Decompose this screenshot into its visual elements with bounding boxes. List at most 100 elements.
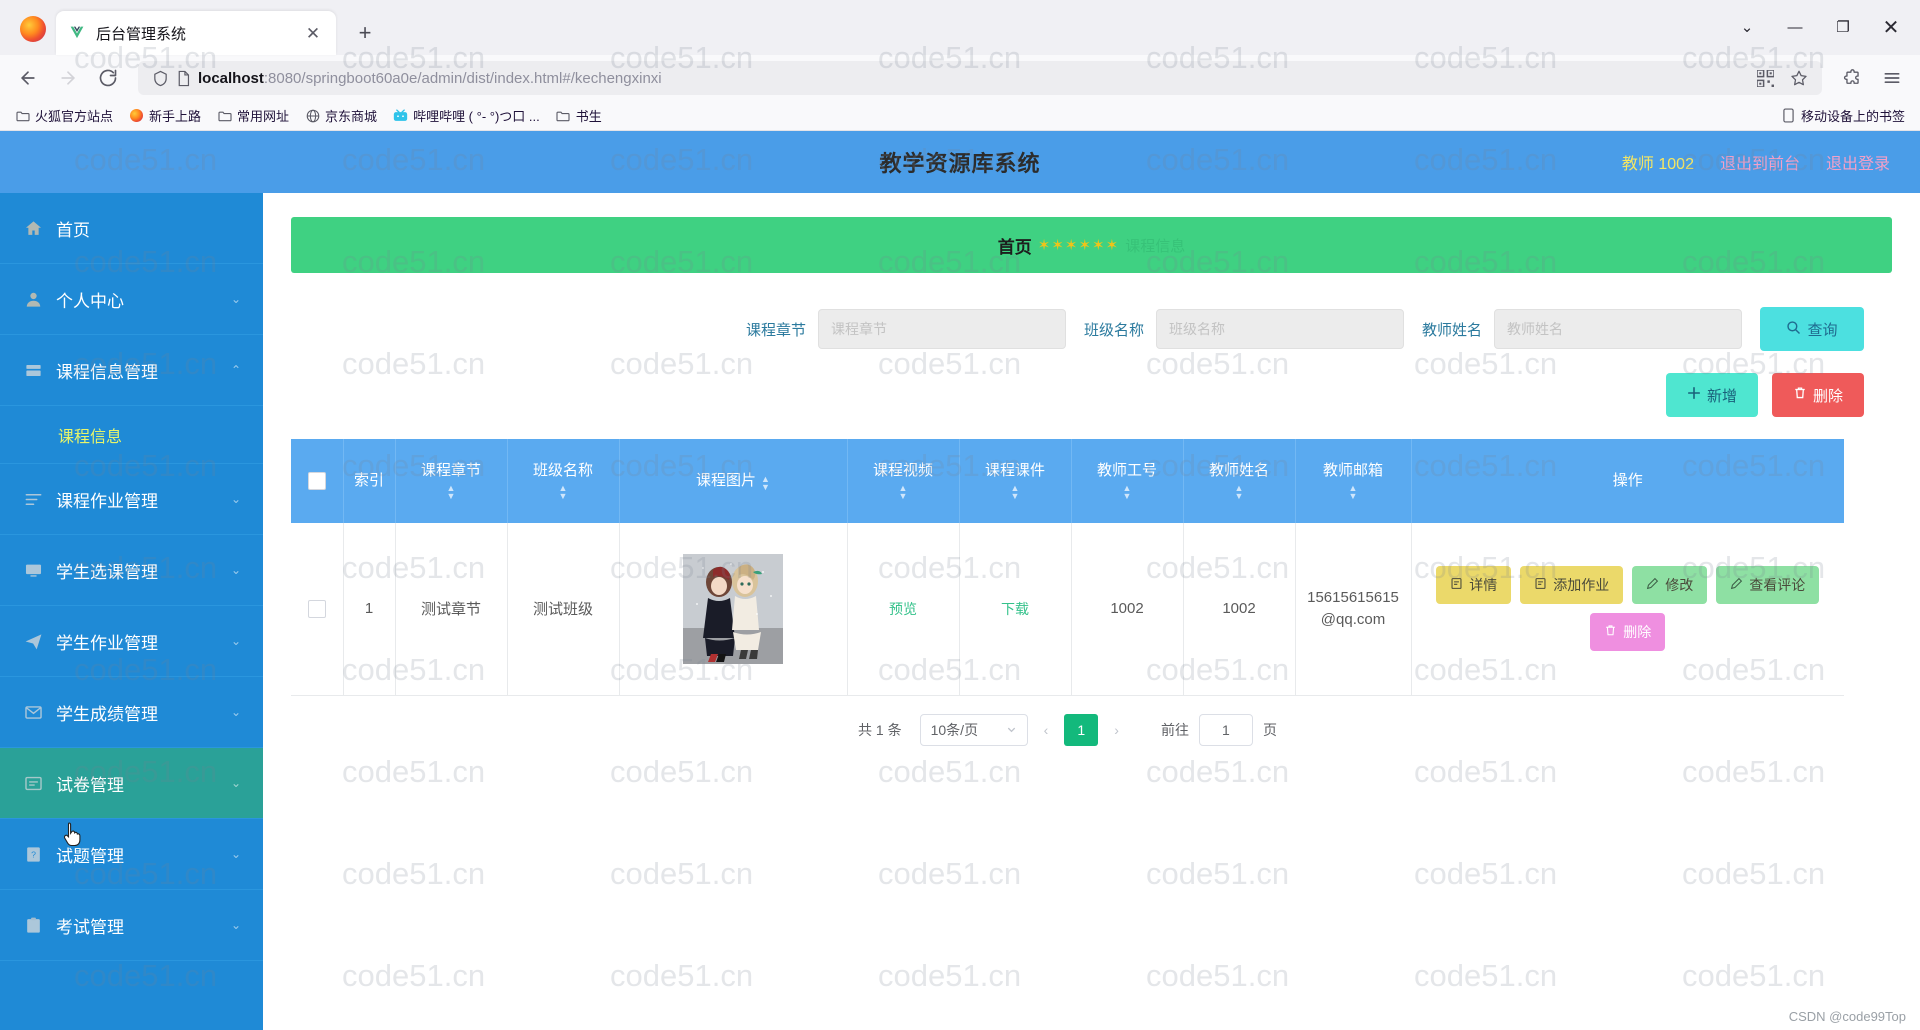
th-index: 索引 — [343, 439, 396, 523]
sidebar-item-home[interactable]: 首页 — [0, 193, 263, 264]
search-input-teacher[interactable] — [1494, 309, 1742, 349]
bookmark-item[interactable]: 哔哩哔哩 ( °- °)つ口 ... — [386, 103, 547, 128]
maximize-icon[interactable]: ❐ — [1820, 8, 1866, 46]
table-row: 1 测试章节 测试班级 预览 下载 1002 1002 15615615615@… — [291, 523, 1844, 696]
bookmark-item[interactable]: 书生 — [549, 103, 609, 128]
download-courseware-link[interactable]: 下载 — [1001, 601, 1029, 617]
th-label: 教师工号 — [1096, 462, 1157, 480]
bookmark-item[interactable]: 京东商城 — [298, 103, 384, 128]
browser-tab[interactable]: 后台管理系统 ✕ — [56, 11, 336, 55]
search-input-chapter[interactable] — [817, 309, 1066, 349]
menu-hamburger-icon[interactable] — [1874, 61, 1910, 95]
bookmark-label: 火狐官方站点 — [35, 109, 114, 124]
sort-icon[interactable]: ▲ ▼ — [559, 483, 568, 500]
page-info-icon[interactable] — [172, 61, 194, 95]
th-label: 课程视频 — [872, 462, 933, 480]
th-image[interactable]: 课程图片 ▲ ▼ — [619, 439, 848, 523]
th-teacher-email[interactable]: 教师邮箱 ▲ ▼ — [1295, 439, 1412, 523]
th-video[interactable]: 课程视频 ▲ ▼ — [847, 439, 960, 523]
sidebar-item-course-homework-mgmt[interactable]: 课程作业管理 ⌄ — [0, 464, 263, 535]
sort-icon[interactable]: ▲ ▼ — [1235, 483, 1244, 500]
cell-class: 测试班级 — [507, 523, 620, 696]
list-icon — [22, 488, 44, 510]
row-checkbox[interactable] — [307, 599, 326, 618]
tab-list-chevron-down-icon[interactable]: ⌄ — [1724, 8, 1770, 46]
th-teacher-name[interactable]: 教师姓名 ▲ ▼ — [1183, 439, 1296, 523]
jump-page-input[interactable] — [1198, 713, 1253, 746]
search-input-class[interactable] — [1155, 309, 1404, 349]
main-content: 首页 ✶✶✶✶✶✶ 课程信息 课程章节 班级名称 教师姓名 — [263, 193, 1920, 1030]
minimize-icon[interactable]: — — [1772, 8, 1818, 46]
sort-icon[interactable]: ▲ ▼ — [1011, 483, 1020, 500]
tab-strip: 后台管理系统 ✕ + ⌄ — ❐ ✕ — [0, 0, 1920, 55]
row-delete-button[interactable]: 删除 — [1590, 613, 1666, 652]
cell-video[interactable]: 预览 — [847, 523, 960, 696]
jump-prefix-label: 前往 — [1160, 721, 1189, 738]
sidebar-item-question-mgmt[interactable]: ? 试题管理 ⌄ — [0, 819, 263, 890]
cell-image[interactable] — [619, 523, 848, 696]
window-close-icon[interactable]: ✕ — [1868, 8, 1914, 46]
back-icon[interactable] — [10, 61, 46, 95]
pagination: 共 1 条 10条/页 ‹ 1 › 前往 页 — [291, 713, 1844, 746]
chevron-down-icon: ⌄ — [230, 705, 241, 719]
document-icon — [1450, 577, 1463, 593]
next-page-button[interactable]: › — [1108, 722, 1125, 738]
sort-icon[interactable]: ▲ ▼ — [1123, 483, 1132, 500]
sort-icon[interactable]: ▲ ▼ — [1349, 483, 1358, 500]
th-courseware[interactable]: 课程课件 ▲ ▼ — [959, 439, 1072, 523]
sidebar-item-course-info-mgmt[interactable]: 课程信息管理 ⌃ — [0, 335, 263, 406]
exit-to-frontend-link[interactable]: 退出到前台 — [1720, 150, 1800, 174]
mobile-bookmarks-item[interactable]: 移动设备上的书签 — [1774, 103, 1912, 128]
sidebar-item-exam-paper-mgmt[interactable]: 试卷管理 ⌄ — [0, 748, 263, 819]
mail-icon — [22, 701, 44, 723]
page-size-select[interactable]: 10条/页 — [919, 713, 1028, 746]
preview-video-link[interactable]: 预览 — [889, 601, 917, 617]
add-button[interactable]: 新增 — [1666, 373, 1758, 417]
cell-select[interactable] — [291, 523, 344, 696]
cell-courseware[interactable]: 下载 — [959, 523, 1072, 696]
sort-icon[interactable]: ▲ ▼ — [899, 483, 908, 500]
view-comments-button[interactable]: 查看评论 — [1716, 566, 1820, 605]
th-class[interactable]: 班级名称 ▲ ▼ — [507, 439, 620, 523]
chevron-down-icon: ⌄ — [230, 492, 241, 506]
prev-page-button[interactable]: ‹ — [1038, 722, 1055, 738]
page-number-1[interactable]: 1 — [1064, 713, 1099, 746]
th-teacher-no[interactable]: 教师工号 ▲ ▼ — [1071, 439, 1184, 523]
sidebar-item-personal-center[interactable]: 个人中心 ⌄ — [0, 264, 263, 335]
search-button[interactable]: 查询 — [1760, 307, 1864, 351]
bookmarks-bar: 火狐官方站点 新手上路 常用网址 京东商城 哔哩哔哩 ( °- °)つ口 ...… — [0, 101, 1920, 131]
trash-icon — [1604, 624, 1617, 640]
th-select-all[interactable] — [291, 439, 344, 523]
reload-icon[interactable] — [90, 61, 126, 95]
select-all-checkbox[interactable] — [307, 472, 326, 491]
sort-icon[interactable]: ▲ ▼ — [447, 483, 456, 500]
sidebar-item-student-grades-mgmt[interactable]: 学生成绩管理 ⌄ — [0, 677, 263, 748]
bookmark-item[interactable]: 常用网址 — [210, 103, 296, 128]
shield-icon[interactable] — [148, 61, 172, 95]
sidebar-subitem-course-info[interactable]: 课程信息 — [0, 406, 263, 464]
sidebar-item-exam-mgmt[interactable]: 考试管理 ⌄ — [0, 890, 263, 961]
detail-button[interactable]: 详情 — [1436, 566, 1512, 605]
bookmark-item[interactable]: 火狐官方站点 — [8, 103, 120, 128]
sidebar-item-student-homework-mgmt[interactable]: 学生作业管理 ⌄ — [0, 606, 263, 677]
bookmark-star-icon[interactable] — [1786, 61, 1812, 95]
qrcode-icon[interactable] — [1752, 61, 1778, 95]
sidebar: 首页 个人中心 ⌄ 课程信息管理 ⌃ 课程信息 课程作业管理 ⌄ 学生选课管理 … — [0, 193, 263, 1030]
sort-icon[interactable]: ▲ ▼ — [761, 474, 770, 491]
th-label: 课程图片 — [696, 471, 757, 489]
close-icon[interactable]: ✕ — [302, 22, 324, 44]
chevron-down-icon — [1006, 722, 1017, 738]
add-homework-button[interactable]: 添加作业 — [1520, 566, 1624, 605]
sidebar-item-student-course-selection-mgmt[interactable]: 学生选课管理 ⌄ — [0, 535, 263, 606]
banner-stars-icon: ✶✶✶✶✶✶ — [1037, 237, 1120, 254]
logout-link[interactable]: 退出登录 — [1826, 150, 1890, 174]
th-chapter[interactable]: 课程章节 ▲ ▼ — [395, 439, 508, 523]
bulk-delete-button[interactable]: 删除 — [1772, 373, 1864, 417]
edit-button[interactable]: 修改 — [1632, 566, 1708, 605]
new-tab-button[interactable]: + — [348, 16, 382, 50]
course-thumbnail-image[interactable] — [683, 553, 783, 664]
extensions-icon[interactable] — [1834, 61, 1870, 95]
edit-icon — [1646, 577, 1659, 593]
address-bar[interactable]: localhost:8080/springboot60a0e/admin/dis… — [138, 61, 1822, 95]
bookmark-item[interactable]: 新手上路 — [122, 103, 208, 128]
